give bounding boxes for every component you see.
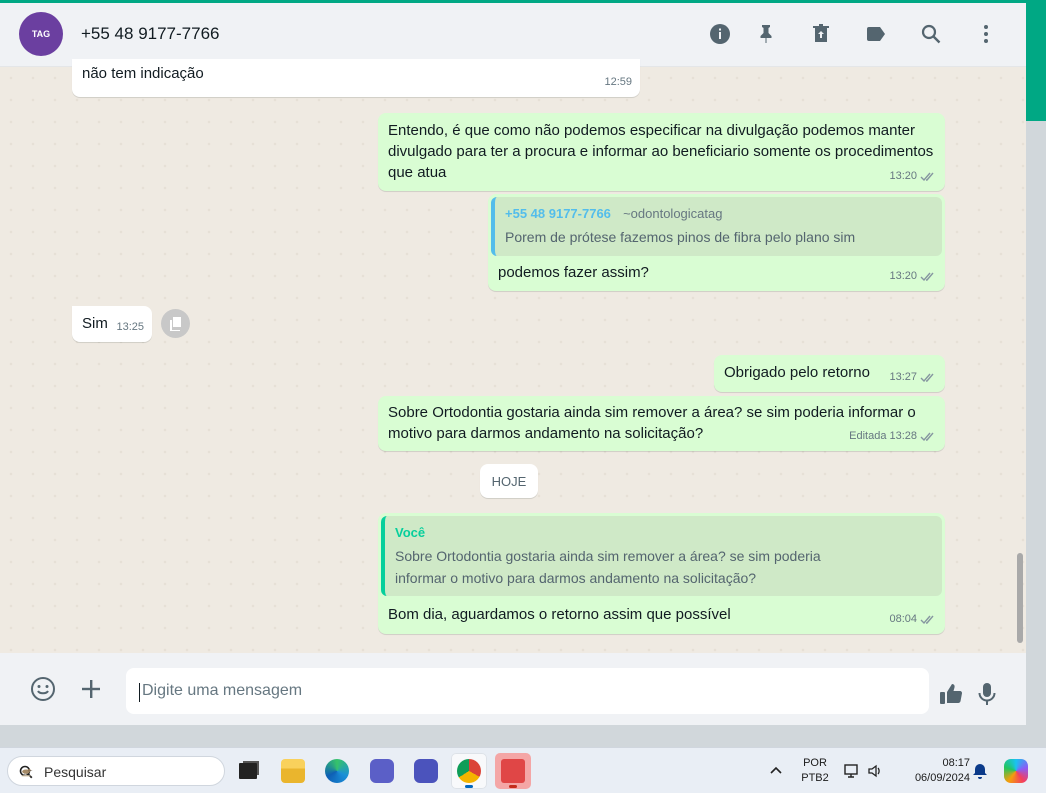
edge-button[interactable] <box>319 753 355 789</box>
double-check-icon <box>920 432 934 442</box>
quote-author: +55 48 9177-7766 <box>505 206 611 221</box>
composer-bar <box>0 653 1026 725</box>
message-meta: 12:59 <box>604 72 632 93</box>
message-text: não tem indicação <box>82 65 204 82</box>
chat-scrollbar[interactable] <box>1016 73 1024 653</box>
active-indicator <box>509 785 517 788</box>
message-text: Entendo, é que como não podemos especifi… <box>388 122 934 181</box>
message-meta: 13:20 <box>889 166 937 187</box>
folder-icon <box>281 759 305 783</box>
teams-icon <box>414 759 438 783</box>
avatar-text: TAG <box>31 29 51 39</box>
active-indicator <box>465 785 473 788</box>
menu-dots-icon[interactable] <box>973 21 999 47</box>
language-code: POR <box>803 757 827 769</box>
message-time: 12:59 <box>604 76 632 88</box>
message-outgoing-reply[interactable]: +55 48 9177-7766 ~odontologicatag Porem … <box>488 194 945 291</box>
text-caret <box>139 683 140 702</box>
message-text: Bom dia, aguardamos o retorno assim que … <box>388 606 731 623</box>
contact-avatar[interactable]: TAG <box>19 12 63 56</box>
message-time: 13:27 <box>889 371 917 383</box>
chrome-icon <box>457 759 481 783</box>
copilot-icon <box>1004 759 1028 783</box>
quote-sender-name: ~odontologicatag <box>623 206 723 221</box>
clock[interactable]: 08:17 06/09/2024 <box>896 756 970 786</box>
window-side-gap <box>1026 121 1046 725</box>
message-list[interactable]: não tem indicação 12:59 Entendo, é que c… <box>0 59 1026 653</box>
message-incoming[interactable]: não tem indicação 12:59 <box>72 59 640 97</box>
double-check-icon <box>920 172 934 182</box>
quoted-message[interactable]: Você Sobre Ortodontia gostaria ainda sim… <box>381 516 942 596</box>
message-outgoing[interactable]: Sobre Ortodontia gostaria ainda sim remo… <box>378 396 945 451</box>
message-meta: 13:20 <box>889 266 937 287</box>
message-outgoing[interactable]: Obrigado pelo retorno 13:27 <box>714 355 945 392</box>
quote-author: Você <box>395 525 426 540</box>
search-label: Pesquisar <box>44 764 107 780</box>
chat-header: TAG +55 48 9177-7766 <box>0 3 1026 67</box>
label-icon[interactable] <box>863 21 889 47</box>
date-divider: HOJE <box>480 464 538 498</box>
info-icon[interactable] <box>707 21 733 47</box>
teams-icon <box>370 759 394 783</box>
pin-icon[interactable] <box>753 21 779 47</box>
message-meta: 08:04 <box>889 609 937 630</box>
copy-icon[interactable] <box>161 309 190 338</box>
edited-label: Editada <box>849 430 887 442</box>
message-meta: Editada 13:28 <box>849 426 937 447</box>
bird-illustration-icon <box>21 768 33 777</box>
task-view-button[interactable] <box>230 753 266 789</box>
message-time: 13:20 <box>889 270 917 282</box>
chrome-button[interactable] <box>451 753 487 789</box>
task-view-icon <box>239 763 257 779</box>
double-check-icon <box>920 373 934 383</box>
file-explorer-button[interactable] <box>275 753 311 789</box>
message-text: Sim <box>82 315 108 332</box>
message-time: 13:25 <box>116 321 144 333</box>
message-input[interactable] <box>126 668 929 714</box>
clock-time: 08:17 <box>942 757 970 769</box>
message-meta: 13:27 <box>889 367 937 388</box>
microphone-icon[interactable] <box>972 679 1002 709</box>
teams-work-button[interactable] <box>408 753 444 789</box>
whatsapp-app: TAG +55 48 9177-7766 não tem indicação 1… <box>0 3 1026 725</box>
notification-bell-icon[interactable] <box>971 762 989 780</box>
chevron-up-icon[interactable] <box>767 762 785 780</box>
window-accent-side <box>1026 3 1046 121</box>
snipping-tool-icon <box>501 759 525 783</box>
message-incoming[interactable]: Sim 13:25 <box>72 306 152 342</box>
scrollbar-thumb[interactable] <box>1017 553 1023 643</box>
message-meta: 13:25 <box>116 317 144 338</box>
thumbs-up-icon[interactable] <box>936 679 966 709</box>
snipping-tool-button[interactable] <box>495 753 531 789</box>
taskbar-search[interactable]: Pesquisar <box>7 756 225 786</box>
copilot-button[interactable] <box>1000 753 1032 789</box>
input-language[interactable]: POR PTB2 <box>797 756 833 786</box>
keyboard-layout: PTB2 <box>801 772 829 784</box>
clock-date: 06/09/2024 <box>914 772 970 784</box>
emoji-icon[interactable] <box>28 674 58 704</box>
speaker-icon[interactable] <box>866 762 884 780</box>
message-outgoing[interactable]: Entendo, é que como não podemos especifi… <box>378 113 945 191</box>
quoted-message[interactable]: +55 48 9177-7766 ~odontologicatag Porem … <box>491 197 942 256</box>
network-icon[interactable] <box>843 762 861 780</box>
plus-icon[interactable] <box>76 674 106 704</box>
archive-icon[interactable] <box>808 21 834 47</box>
message-time: 08:04 <box>889 613 917 625</box>
message-time: 13:28 <box>889 430 917 442</box>
search-icon[interactable] <box>918 21 944 47</box>
quote-text: Sobre Ortodontia gostaria ainda sim remo… <box>395 548 821 586</box>
double-check-icon <box>920 615 934 625</box>
quote-text: Porem de prótese fazemos pinos de fibra … <box>505 229 856 245</box>
windows-taskbar: Pesquisar POR PTB2 08:17 06/09/2024 <box>0 747 1046 793</box>
contact-name[interactable]: +55 48 9177-7766 <box>81 24 220 44</box>
message-text: Obrigado pelo retorno <box>724 364 870 381</box>
double-check-icon <box>920 272 934 282</box>
edge-icon <box>325 759 349 783</box>
message-time: 13:20 <box>889 170 917 182</box>
message-text: podemos fazer assim? <box>498 264 649 281</box>
teams-personal-button[interactable] <box>364 753 400 789</box>
message-outgoing-reply[interactable]: Você Sobre Ortodontia gostaria ainda sim… <box>378 513 945 634</box>
